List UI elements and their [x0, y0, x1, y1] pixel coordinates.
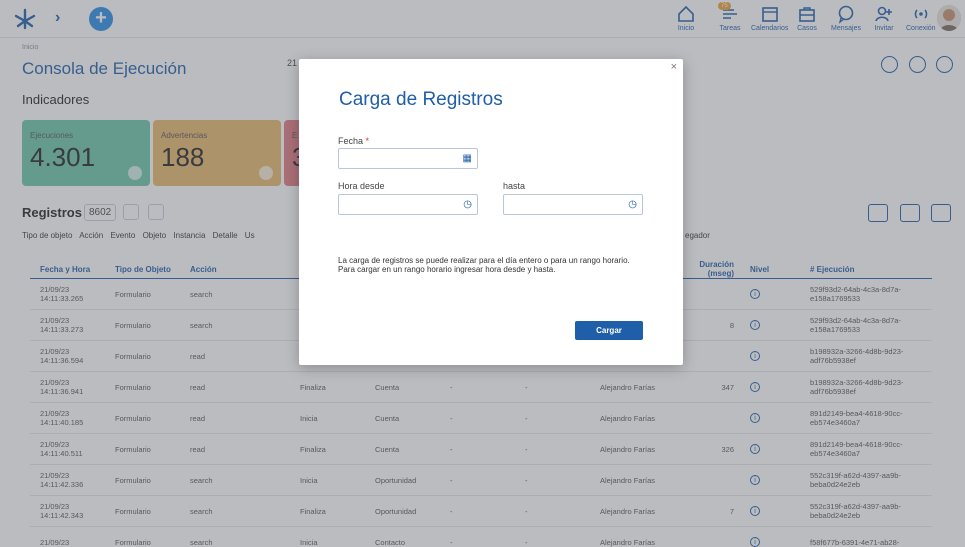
fecha-label-text: Fecha — [338, 136, 364, 146]
hora-desde-field[interactable]: ◷ — [338, 194, 478, 215]
note-line-1: La carga de registros se puede realizar … — [338, 256, 630, 265]
note-line-2: Para cargar en un rango horario ingresar… — [338, 265, 556, 274]
dialog-note: La carga de registros se puede realizar … — [338, 256, 658, 274]
hasta-label: hasta — [503, 181, 526, 191]
hasta-field[interactable]: ◷ — [503, 194, 643, 215]
calendar-icon[interactable]: ▦ — [463, 153, 472, 164]
dialog-title: Carga de Registros — [339, 89, 503, 110]
required-mark: * — [365, 136, 370, 146]
hora-desde-input[interactable] — [339, 195, 457, 215]
carga-registros-dialog: × Carga de Registros Fecha * ▦ Hora desd… — [299, 59, 683, 365]
close-icon[interactable]: × — [671, 61, 677, 73]
fecha-input[interactable] — [339, 149, 457, 169]
fecha-field[interactable]: ▦ — [338, 148, 478, 169]
hasta-input[interactable] — [504, 195, 622, 215]
fecha-label: Fecha * — [338, 136, 369, 146]
cargar-button[interactable]: Cargar — [575, 321, 643, 340]
clock-icon[interactable]: ◷ — [463, 199, 472, 210]
hora-desde-label: Hora desde — [338, 181, 385, 191]
clock-icon[interactable]: ◷ — [628, 199, 637, 210]
